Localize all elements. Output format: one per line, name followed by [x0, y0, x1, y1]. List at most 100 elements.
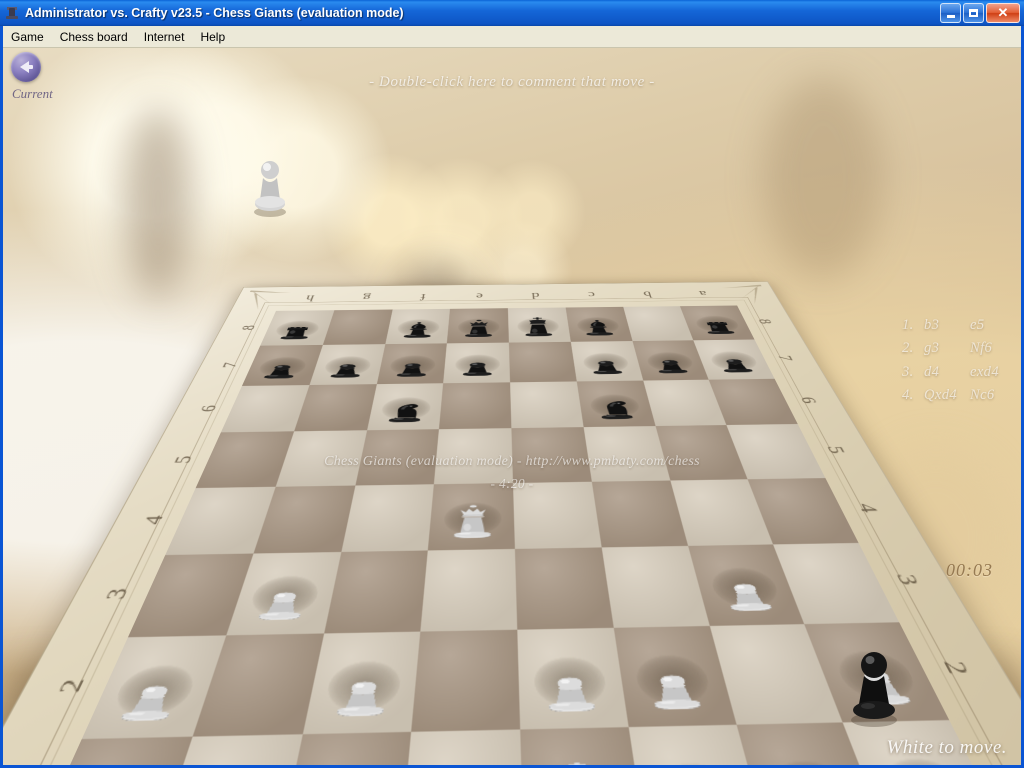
move-black[interactable]: exd4 [970, 364, 999, 380]
square-c6[interactable] [366, 382, 444, 431]
current-move-label[interactable]: Current [12, 86, 53, 102]
square-a2[interactable] [81, 634, 227, 740]
square-a8[interactable] [260, 310, 335, 346]
square-f2[interactable] [613, 625, 737, 728]
square-e6[interactable] [510, 381, 584, 429]
piece-white-knight-b1[interactable] [148, 735, 302, 765]
piece-white-bishop-f1[interactable] [628, 725, 770, 765]
square-d3[interactable] [420, 548, 518, 632]
square-d8[interactable] [447, 308, 509, 344]
menu-item-help[interactable]: Help [192, 28, 233, 46]
piece-black-king-e8[interactable] [508, 307, 571, 342]
square-d7[interactable] [443, 342, 511, 383]
square-c5[interactable] [354, 429, 440, 486]
square-f3[interactable] [601, 545, 710, 628]
piece-white-pawn-g3[interactable] [687, 544, 804, 625]
square-g6[interactable] [642, 379, 727, 427]
square-g5[interactable] [655, 425, 748, 481]
square-h5[interactable] [726, 424, 826, 480]
square-c2[interactable] [302, 631, 421, 735]
square-a6[interactable] [220, 384, 310, 433]
piece-black-bishop-f8[interactable] [565, 307, 632, 342]
square-f1[interactable] [628, 725, 771, 765]
piece-black-knight-f6[interactable] [577, 380, 656, 427]
square-b5[interactable] [275, 430, 367, 487]
square-g7[interactable] [632, 340, 709, 381]
move-white[interactable]: d4 [924, 361, 966, 384]
square-c1[interactable] [274, 732, 412, 765]
move-white[interactable]: b3 [924, 314, 966, 337]
piece-white-bishop-c1[interactable] [274, 732, 411, 765]
piece-white-pawn-c2[interactable] [302, 631, 421, 735]
square-g3[interactable] [687, 544, 805, 626]
square-h3[interactable] [773, 542, 900, 624]
square-f5[interactable] [583, 426, 670, 482]
square-c4[interactable] [340, 484, 435, 552]
piece-white-pawn-b3[interactable] [226, 552, 341, 635]
close-button[interactable]: ✕ [986, 3, 1020, 23]
square-b6[interactable] [293, 383, 377, 432]
square-e1[interactable] [520, 727, 648, 765]
move-row-2[interactable]: 2. g3 Nf6 [902, 337, 999, 360]
square-b3[interactable] [226, 551, 341, 635]
piece-white-pawn-f2[interactable] [613, 625, 736, 727]
piece-black-pawn-c7[interactable] [377, 343, 448, 384]
square-c8[interactable] [384, 308, 451, 345]
piece-white-pawn-a2[interactable] [82, 635, 227, 740]
piece-white-king-e1[interactable] [520, 727, 648, 765]
square-e5[interactable] [511, 427, 592, 483]
piece-black-queen-d8[interactable] [447, 308, 509, 343]
move-row-4[interactable]: 4. Qxd4 Nc6 [902, 384, 999, 407]
menu-bar[interactable]: Game Chess board Internet Help [3, 26, 1021, 48]
move-white[interactable]: g3 [924, 337, 966, 360]
square-h2[interactable] [804, 621, 950, 723]
menu-item-game[interactable]: Game [3, 28, 52, 46]
piece-white-rook-a1[interactable] [21, 737, 192, 765]
square-e4[interactable] [513, 481, 602, 549]
square-e7[interactable] [508, 341, 577, 383]
piece-black-rook-a8[interactable] [260, 293, 334, 345]
back-arrow-icon[interactable] [11, 52, 41, 82]
square-a7[interactable] [242, 344, 323, 386]
piece-black-pawn-g7[interactable] [632, 340, 709, 380]
move-row-1[interactable]: 1. b3 e5 [902, 314, 999, 337]
square-c7[interactable] [376, 343, 448, 384]
square-h6[interactable] [708, 378, 798, 426]
piece-black-pawn-f7[interactable] [571, 341, 643, 381]
square-f6[interactable] [576, 380, 656, 428]
piece-black-pawn-a7[interactable] [242, 345, 323, 386]
menu-item-chess-board[interactable]: Chess board [52, 28, 136, 46]
piece-white-pawn-h2[interactable] [804, 622, 949, 723]
piece-black-knight-c6[interactable] [367, 383, 444, 430]
square-f8[interactable] [565, 306, 633, 342]
square-f4[interactable] [591, 480, 688, 548]
square-b1[interactable] [148, 734, 303, 765]
board-scene[interactable]: abcdefgh abcdefgh 87654321 87654321 [3, 48, 1021, 765]
square-d1[interactable] [399, 729, 524, 765]
square-e8[interactable] [507, 307, 571, 343]
square-h4[interactable] [747, 478, 859, 545]
comment-move-hint[interactable]: - Double-click here to comment that move… [3, 74, 1021, 91]
piece-black-pawn-d7[interactable] [443, 342, 510, 382]
square-d5[interactable] [434, 428, 513, 485]
piece-white-pawn-e2[interactable] [517, 627, 628, 730]
square-d2[interactable] [411, 629, 521, 733]
chess-board[interactable]: abcdefgh abcdefgh 87654321 87654321 [3, 281, 1021, 765]
square-d4[interactable] [428, 483, 515, 551]
square-f7[interactable] [570, 340, 643, 382]
square-e3[interactable] [514, 547, 614, 630]
maximize-button[interactable] [963, 3, 984, 23]
square-b4[interactable] [253, 485, 355, 554]
square-a3[interactable] [128, 553, 254, 637]
square-h7[interactable] [693, 339, 775, 380]
title-bar[interactable]: Administrator vs. Crafty v23.5 - Chess G… [0, 0, 1024, 26]
square-c3[interactable] [323, 550, 429, 633]
menu-item-internet[interactable]: Internet [136, 28, 193, 46]
square-h8[interactable] [680, 305, 755, 341]
square-d6[interactable] [439, 382, 512, 430]
square-g1[interactable] [736, 722, 894, 765]
square-e2[interactable] [517, 627, 629, 730]
square-g8[interactable] [622, 306, 694, 341]
move-row-3[interactable]: 3. d4 exd4 [902, 361, 999, 384]
piece-black-rook-h8[interactable] [680, 306, 754, 341]
